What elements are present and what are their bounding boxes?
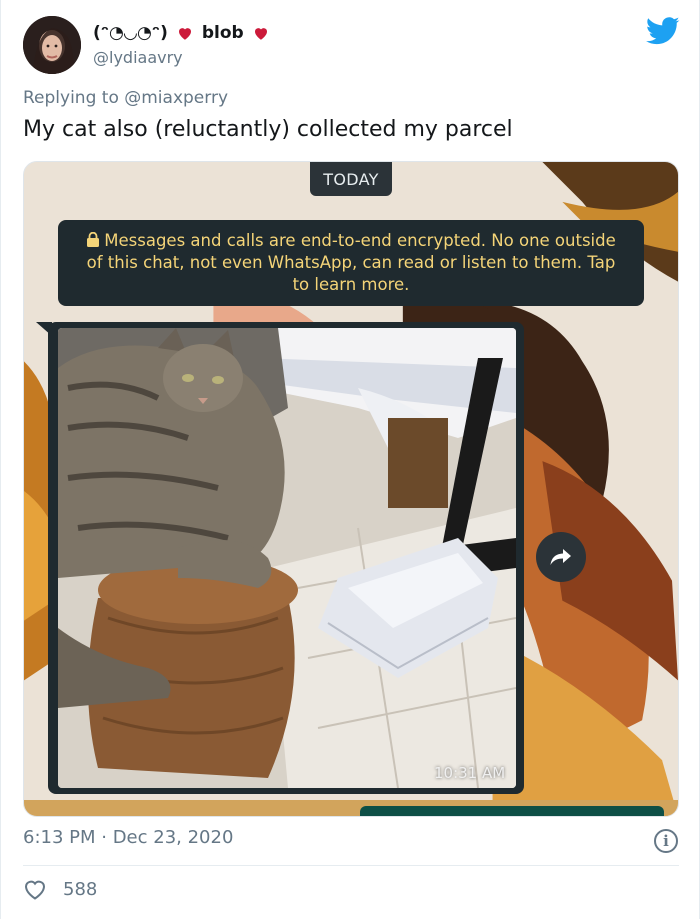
author-display-name: (ᵔ◔◡◔ᵔ): [93, 23, 168, 43]
heart-outline-icon[interactable]: [23, 878, 47, 900]
divider: [23, 865, 679, 866]
date-chip: TODAY: [310, 162, 392, 196]
author-handle[interactable]: @lydiaavry: [93, 48, 183, 67]
lock-icon: [87, 232, 100, 247]
like-count: 588: [63, 878, 98, 900]
tweet-timestamp[interactable]: 6:13 PM · Dec 23, 2020: [23, 827, 233, 848]
heart-emoji-icon: [178, 28, 191, 40]
tweet-text: My cat also (reluctantly) collected my p…: [23, 117, 513, 142]
heart-emoji-icon: [254, 28, 267, 40]
tweet-card: (ᵔ◔◡◔ᵔ) blob @lydiaavry Replying to @mia…: [0, 0, 700, 919]
twitter-bird-icon[interactable]: [646, 16, 680, 46]
author-avatar[interactable]: [23, 16, 81, 74]
replying-to: Replying to @miaxperry: [23, 88, 228, 108]
encryption-notice-text: Messages and calls are end-to-end encryp…: [86, 231, 616, 294]
replying-prefix: Replying to: [23, 88, 119, 108]
cat-parcel-photo[interactable]: [58, 328, 516, 788]
tweet-media-image[interactable]: TODAY Messages and calls are end-to-end …: [23, 161, 679, 817]
reply-mention-link[interactable]: @miaxperry: [124, 88, 228, 108]
author-display-suffix: blob: [201, 23, 244, 43]
info-icon[interactable]: i: [654, 829, 678, 853]
like-action[interactable]: 588: [23, 878, 97, 900]
encryption-notice[interactable]: Messages and calls are end-to-end encryp…: [58, 220, 644, 306]
author-name-row[interactable]: (ᵔ◔◡◔ᵔ) blob: [93, 22, 270, 44]
outgoing-message-edge: [360, 806, 664, 816]
message-time: 10:31 AM: [434, 764, 506, 782]
forward-button[interactable]: [536, 532, 586, 582]
forward-icon: [550, 549, 571, 565]
